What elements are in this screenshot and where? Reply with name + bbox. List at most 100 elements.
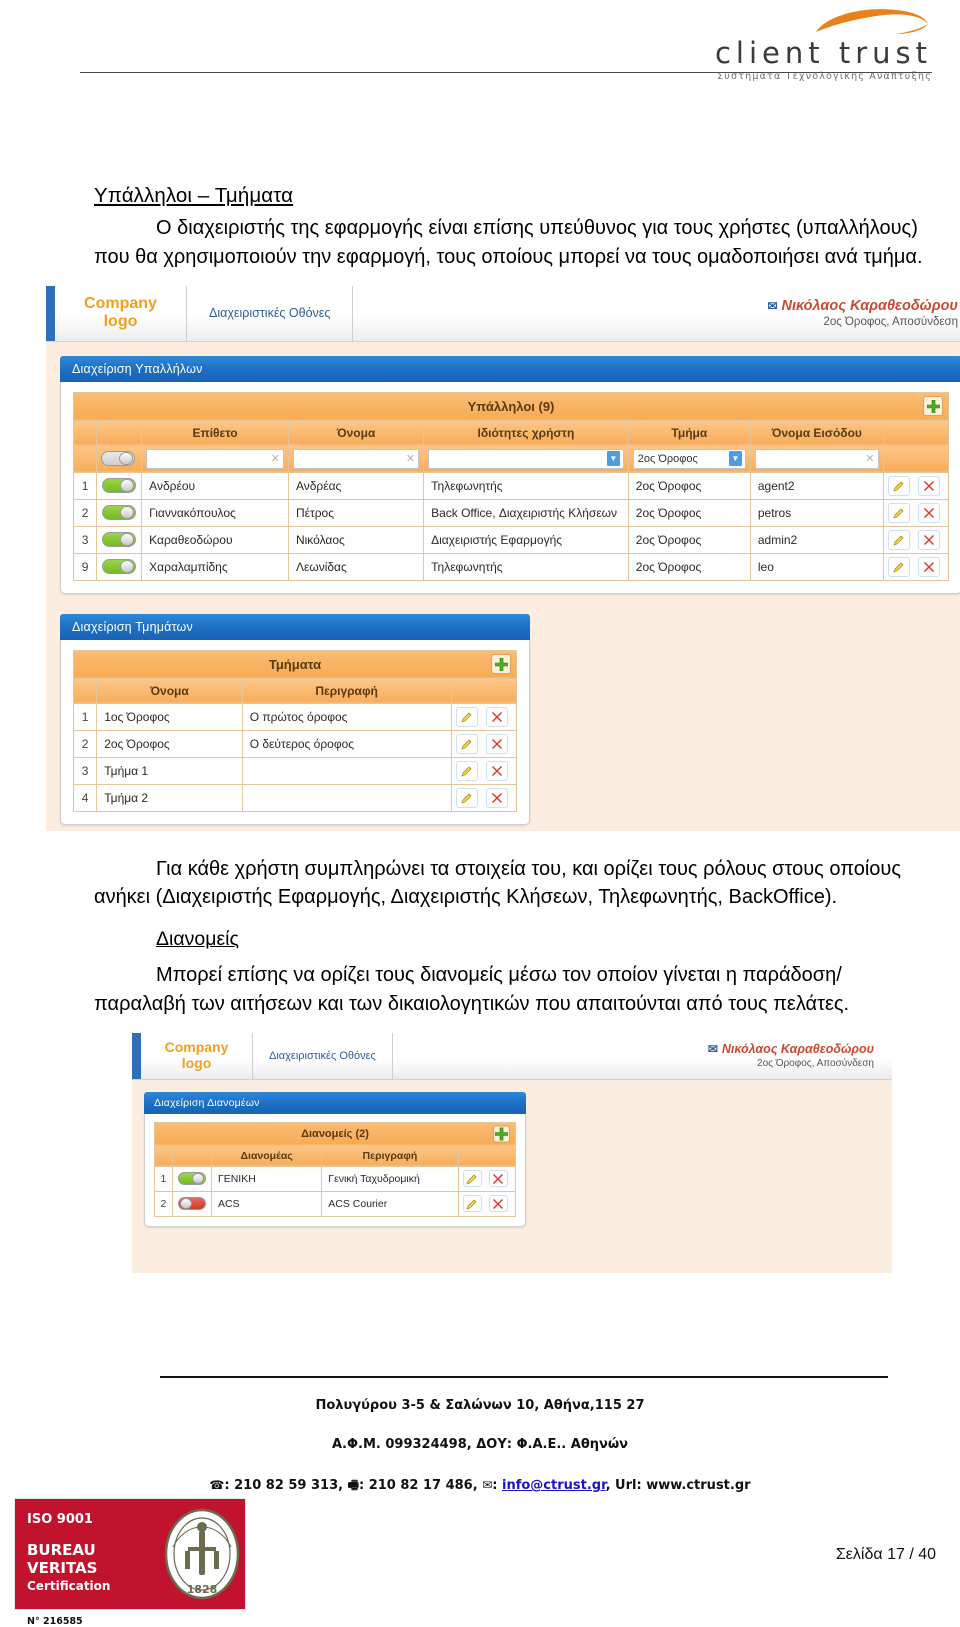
filter-firstname-cell[interactable]: ✕: [287, 444, 425, 473]
plus-icon: [494, 657, 508, 671]
page-title: Υπάλληλοι – Τμήματα: [94, 184, 294, 207]
clear-icon[interactable]: ✕: [865, 452, 874, 465]
row-active-cell[interactable]: [96, 471, 143, 500]
filter-login-cell[interactable]: ✕: [749, 444, 884, 473]
filter-firstname-input[interactable]: ✕: [292, 448, 420, 469]
company-logo: client trust Συστηματα Τεχνολογικης Αναπ…: [715, 6, 932, 82]
table-row[interactable]: 2 ACS ACS Courier: [154, 1190, 517, 1217]
iso-certification-badge: ISO 9001 BUREAU VERITAS Certification N°…: [14, 1498, 246, 1627]
edit-button[interactable]: [455, 733, 478, 754]
pencil-icon: [892, 508, 903, 519]
edit-button[interactable]: [455, 760, 478, 781]
col-roles: Ιδιότητες χρήστη: [423, 419, 629, 446]
toggle-knob: [120, 560, 135, 574]
row-actions: [450, 702, 518, 731]
col-description: Περιγραφή: [321, 1144, 459, 1167]
table-row[interactable]: 1 ΓΕΝΙΚΗ Γενική Ταχυδρομική: [154, 1165, 517, 1192]
active-toggle[interactable]: [177, 1197, 206, 1211]
paragraph-1: Ο διαχειριστής της εφαρμογής είναι επίση…: [94, 217, 923, 268]
row-active-cell[interactable]: [96, 498, 143, 527]
edit-button[interactable]: [455, 787, 478, 808]
filter-roles-select[interactable]: ▼: [428, 448, 624, 469]
user-icon: ✉: [707, 1042, 718, 1057]
delete-button[interactable]: [917, 475, 940, 496]
table-row[interactable]: 3 Τμήμα 1: [72, 756, 518, 785]
delete-button[interactable]: [917, 556, 940, 577]
departments-caption-row: Τμήματα: [73, 649, 517, 679]
table-row[interactable]: 1 Ανδρέου Ανδρέας Τηλεφωνητής 2ος Όροφος…: [72, 471, 949, 500]
filter-department-cell[interactable]: 2ος Όροφος ▼: [627, 444, 751, 473]
table-row[interactable]: 4 Τμήμα 2: [72, 783, 518, 812]
iso-body: BUREAU VERITAS: [27, 1541, 98, 1577]
row-active-cell[interactable]: [171, 1190, 212, 1217]
employees-caption-cell: Υπάλληλοι (9): [73, 391, 949, 421]
row-active-cell[interactable]: [96, 552, 143, 581]
user-logout-line[interactable]: 2ος Όροφος, Αποσύνδεση: [823, 316, 958, 328]
chevron-down-icon[interactable]: ▼: [606, 451, 620, 467]
delete-button[interactable]: [485, 706, 508, 727]
active-toggle[interactable]: [102, 505, 137, 521]
delete-button[interactable]: [485, 787, 508, 808]
active-toggle[interactable]: [102, 532, 137, 548]
nav-admin-screens[interactable]: Διαχειριστικές Οθόνες: [253, 1032, 393, 1079]
edit-button[interactable]: [462, 1195, 482, 1213]
edit-button[interactable]: [887, 556, 910, 577]
delete-button[interactable]: [488, 1170, 508, 1188]
footer-email-link[interactable]: info@ctrust.gr: [502, 1478, 606, 1493]
delete-button[interactable]: [485, 760, 508, 781]
table-row[interactable]: 1 1ος Όροφος Ο πρώτος όροφος: [72, 702, 518, 731]
app-logo-line-2: logo: [181, 1054, 212, 1071]
add-employee-button[interactable]: [923, 396, 943, 417]
filter-department-select[interactable]: 2ος Όροφος ▼: [632, 448, 746, 469]
cell-courier: ΓΕΝΙΚΗ: [210, 1165, 323, 1192]
user-logout-line[interactable]: 2ος Όροφος, Αποσύνδεση: [757, 1058, 874, 1069]
filter-roles-cell[interactable]: ▼: [423, 444, 629, 473]
row-number: 1: [72, 471, 98, 500]
table-row[interactable]: 3 Καραθεοδώρου Νικόλαος Διαχειριστής Εφα…: [72, 525, 949, 554]
row-number: 1: [72, 702, 98, 731]
footer-phone: 210 82 59 313,: [234, 1478, 344, 1493]
delete-button[interactable]: [485, 733, 508, 754]
chevron-down-icon[interactable]: ▼: [728, 451, 742, 467]
table-row[interactable]: 2 2ος Όροφος Ο δεύτερος όροφος: [72, 729, 518, 758]
row-active-cell[interactable]: [96, 525, 143, 554]
toggle-knob: [191, 1173, 204, 1185]
user-name-row: ✉ Νικόλαος Καραθεοδώρου: [708, 1042, 874, 1056]
edit-button[interactable]: [462, 1170, 482, 1188]
add-courier-button[interactable]: [493, 1125, 510, 1143]
active-toggle[interactable]: [102, 478, 137, 494]
filter-lastname-cell[interactable]: ✕: [141, 444, 289, 473]
edit-button[interactable]: [887, 502, 910, 523]
edit-button[interactable]: [455, 706, 478, 727]
row-active-cell[interactable]: [171, 1165, 212, 1192]
active-toggle[interactable]: [102, 559, 137, 575]
edit-button[interactable]: [887, 475, 910, 496]
delete-button[interactable]: [488, 1195, 508, 1213]
pencil-icon: [892, 535, 903, 546]
nav-admin-screens[interactable]: Διαχειριστικές Οθόνες: [187, 285, 354, 341]
active-toggle[interactable]: [177, 1172, 206, 1186]
delete-button[interactable]: [917, 502, 940, 523]
col-description: Περιγραφή: [241, 677, 452, 704]
add-department-button[interactable]: [491, 654, 511, 675]
row-actions: [457, 1165, 517, 1192]
filter-lastname-input[interactable]: ✕: [146, 448, 284, 469]
table-row[interactable]: 2 Γιαννακόπουλος Πέτρος Back Office, Δια…: [72, 498, 949, 527]
row-actions: [882, 498, 949, 527]
row-actions: [457, 1190, 517, 1217]
row-actions: [882, 552, 949, 581]
table-row[interactable]: 9 Χαραλαμπίδης Λεωνίδας Τηλεφωνητής 2ος …: [72, 552, 949, 581]
delete-button[interactable]: [917, 529, 940, 550]
clear-icon[interactable]: ✕: [271, 452, 280, 465]
filter-active-toggle[interactable]: [101, 451, 136, 467]
clear-icon[interactable]: ✕: [406, 452, 415, 465]
filter-login-input[interactable]: ✕: [754, 448, 879, 469]
filter-active-cell[interactable]: [96, 444, 143, 473]
pencil-icon: [460, 739, 472, 750]
col-courier: Διανομέας: [210, 1144, 323, 1167]
edit-button[interactable]: [887, 529, 910, 550]
employees-panel-body: Υπάλληλοι (9) Επίθετο Όνομα Ιδιότητες χρ…: [60, 381, 960, 594]
cell-login: agent2: [749, 471, 884, 500]
